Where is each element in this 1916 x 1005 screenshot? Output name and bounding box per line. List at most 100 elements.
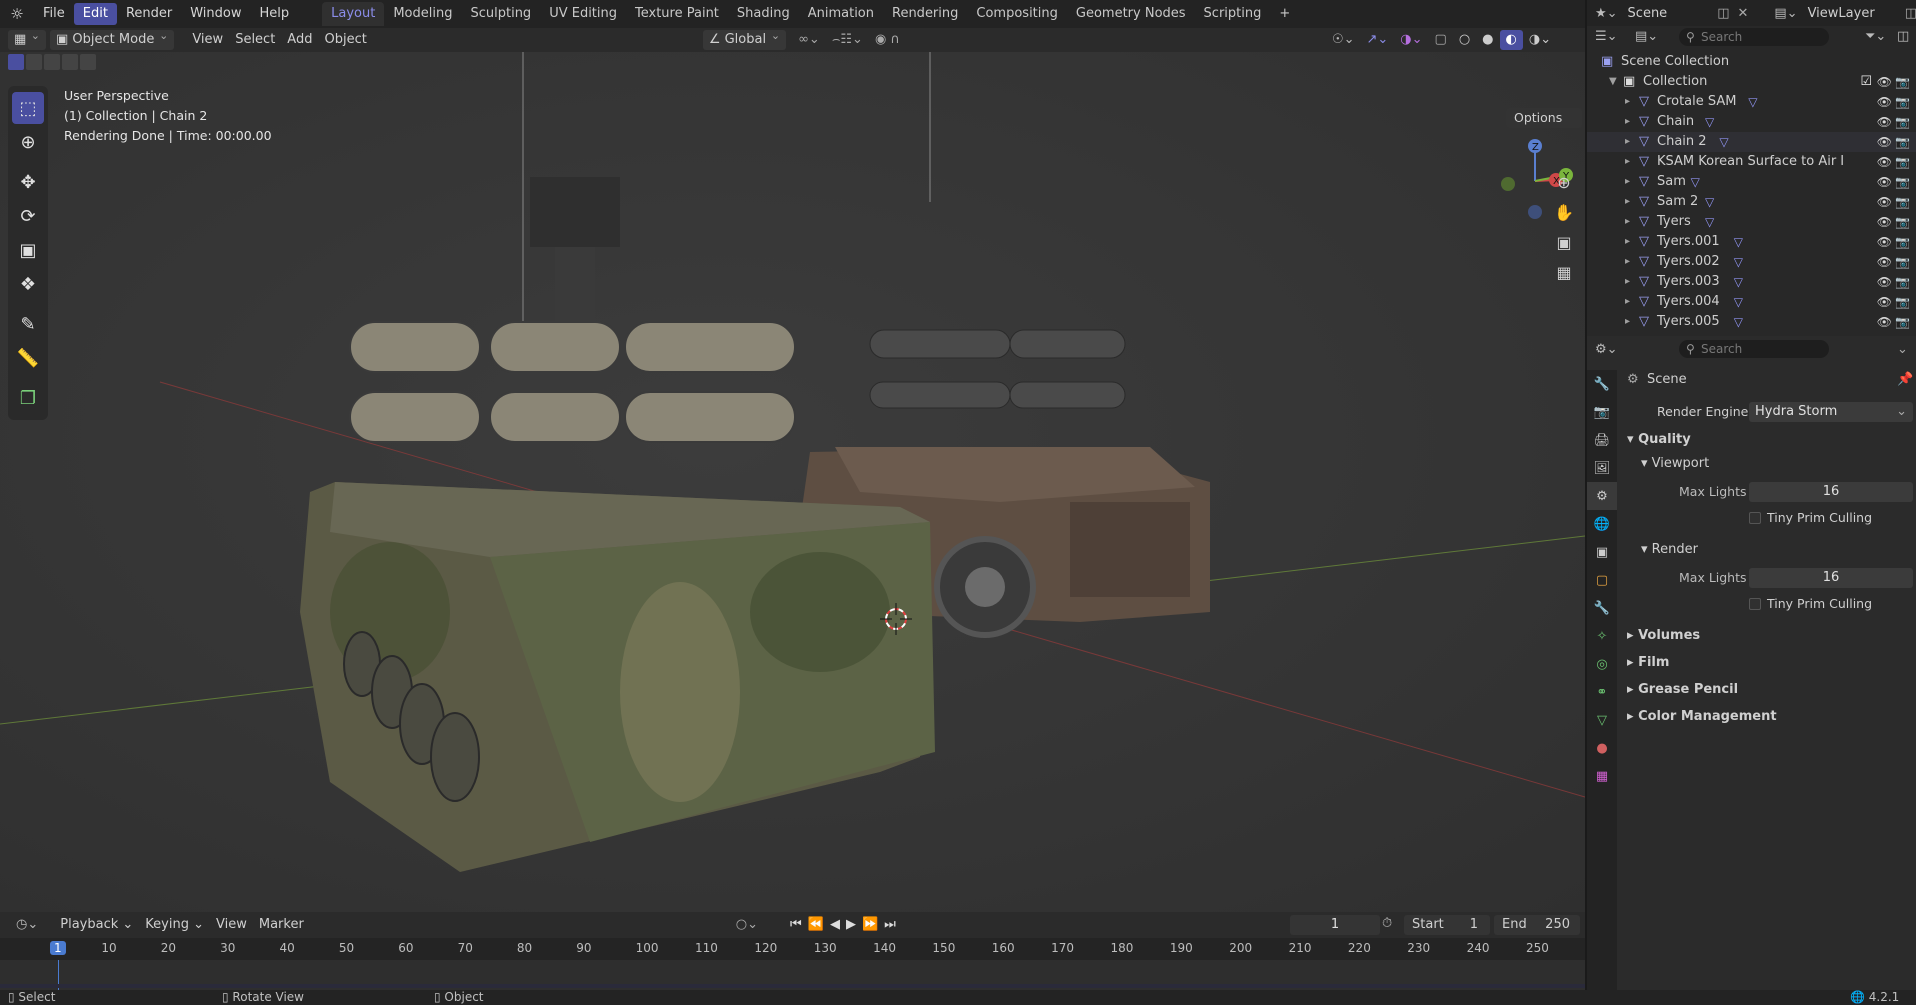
- measure-tool-icon[interactable]: 📏: [12, 342, 44, 374]
- material-tab-icon[interactable]: ●: [1587, 734, 1617, 762]
- expand-arrow-icon[interactable]: ▸: [1625, 292, 1630, 312]
- tab-layout[interactable]: Layout: [322, 2, 385, 26]
- render-max-lights-field[interactable]: 16: [1749, 568, 1913, 588]
- solid-shading-icon[interactable]: ●: [1476, 30, 1499, 50]
- 3d-viewport[interactable]: User Perspective (1) Collection | Chain …: [0, 52, 1585, 912]
- select-subtract-icon[interactable]: [44, 54, 60, 70]
- tab-sculpting[interactable]: Sculpting: [461, 2, 540, 26]
- menu-view[interactable]: View: [186, 30, 229, 50]
- expand-arrow-icon[interactable]: ▸: [1625, 192, 1630, 212]
- xray-icon[interactable]: ▢: [1429, 30, 1453, 50]
- expand-arrow-icon[interactable]: ▸: [1625, 132, 1630, 152]
- physics-tab-icon[interactable]: ◎: [1587, 650, 1617, 678]
- zoom-icon[interactable]: ⊕: [1551, 169, 1577, 195]
- constraints-tab-icon[interactable]: ⚭: [1587, 678, 1617, 706]
- render-tab-icon[interactable]: 📷: [1587, 398, 1617, 426]
- scene-tab-icon[interactable]: ⚙: [1587, 482, 1617, 510]
- particles-tab-icon[interactable]: ✧: [1587, 622, 1617, 650]
- rendered-shading-icon[interactable]: ◑⌄: [1523, 30, 1557, 50]
- end-frame-field[interactable]: End 250: [1494, 915, 1580, 935]
- expand-arrow-icon[interactable]: ▼: [1609, 72, 1617, 92]
- render-camera-icon[interactable]: 📷: [1895, 72, 1910, 92]
- visibility-eye-icon[interactable]: 👁: [1877, 312, 1892, 332]
- menu-add[interactable]: Add: [281, 30, 318, 50]
- select-new-icon[interactable]: [8, 54, 24, 70]
- menu-edit[interactable]: Edit: [73, 3, 117, 25]
- select-intersect-icon[interactable]: [80, 54, 96, 70]
- menu-object[interactable]: Object: [318, 30, 372, 50]
- timeline-track[interactable]: [0, 960, 1585, 990]
- delete-scene-icon[interactable]: ✕: [1737, 6, 1748, 21]
- expand-arrow-icon[interactable]: ▸: [1625, 272, 1630, 292]
- visibility-eye-icon[interactable]: 👁: [1877, 72, 1892, 92]
- expand-arrow-icon[interactable]: ▸: [1625, 92, 1630, 112]
- outliner-item[interactable]: ▸ ▽ Crotale SAM ▽ 👁 📷: [1587, 92, 1916, 112]
- panel-grease-pencil[interactable]: ▸ Grease Pencil: [1627, 682, 1738, 697]
- blender-logo-icon[interactable]: ☼: [0, 5, 34, 23]
- cursor-tool-icon[interactable]: ⊕: [12, 126, 44, 158]
- tab-shading[interactable]: Shading: [728, 2, 799, 26]
- current-frame-field[interactable]: 1: [1290, 915, 1380, 935]
- mesh-data-icon[interactable]: ▽: [1705, 212, 1714, 232]
- render-camera-icon[interactable]: 📷: [1895, 232, 1910, 252]
- view-layer-icon[interactable]: ▤⌄: [1774, 6, 1797, 21]
- wireframe-shading-icon[interactable]: ○: [1453, 30, 1476, 50]
- start-frame-field[interactable]: Start 1: [1404, 915, 1490, 935]
- menu-timeline-view[interactable]: View: [210, 915, 253, 935]
- display-mode-icon[interactable]: ▤⌄: [1635, 29, 1658, 44]
- object-tab-icon[interactable]: ▢: [1587, 566, 1617, 594]
- new-view-layer-icon[interactable]: ◫: [1905, 6, 1916, 21]
- menu-render[interactable]: Render: [117, 3, 181, 25]
- tab-geometry-nodes[interactable]: Geometry Nodes: [1067, 2, 1195, 26]
- mesh-data-icon[interactable]: ▽: [1705, 112, 1714, 132]
- view-layer-name[interactable]: ViewLayer: [1808, 6, 1875, 21]
- modifier-tab-icon[interactable]: 🔧: [1587, 594, 1617, 622]
- visibility-eye-icon[interactable]: 👁: [1877, 232, 1892, 252]
- jump-start-icon[interactable]: ⏮: [790, 917, 808, 932]
- move-tool-icon[interactable]: ✥: [12, 166, 44, 198]
- render-engine-dropdown[interactable]: Hydra Storm ⌄: [1749, 402, 1913, 422]
- tab-animation[interactable]: Animation: [799, 2, 883, 26]
- viewport-tiny-prim-checkbox[interactable]: [1749, 512, 1761, 524]
- visibility-eye-icon[interactable]: 👁: [1877, 272, 1892, 292]
- render-camera-icon[interactable]: 📷: [1895, 212, 1910, 232]
- outliner-collection[interactable]: ▼ ▣ Collection ☑ 👁 📷: [1587, 72, 1916, 92]
- snap-icon[interactable]: ⌢☷⌄: [826, 30, 869, 50]
- mesh-data-icon[interactable]: ▽: [1719, 132, 1728, 152]
- data-tab-icon[interactable]: ▽: [1587, 706, 1617, 734]
- prev-keyframe-icon[interactable]: ⏪: [808, 917, 830, 932]
- outliner-item[interactable]: ▸ ▽ Tyers.004 ▽ 👁 📷: [1587, 292, 1916, 312]
- outliner-item[interactable]: ▸ ▽ Chain 2 ▽ 👁 📷: [1587, 132, 1916, 152]
- expand-arrow-icon[interactable]: ▸: [1625, 312, 1630, 332]
- menu-keying[interactable]: Keying ⌄: [139, 915, 210, 935]
- tab-scripting[interactable]: Scripting: [1195, 2, 1271, 26]
- output-tab-icon[interactable]: 🖨: [1587, 426, 1617, 454]
- mesh-data-icon[interactable]: ▽: [1734, 292, 1743, 312]
- subpanel-render[interactable]: ▾ Render: [1641, 542, 1698, 557]
- add-workspace-button[interactable]: +: [1270, 2, 1299, 26]
- expand-arrow-icon[interactable]: ▸: [1625, 232, 1630, 252]
- filter-icon[interactable]: ⏷⌄: [1865, 29, 1886, 44]
- new-collection-icon[interactable]: ◫: [1897, 29, 1909, 44]
- expand-arrow-icon[interactable]: ▸: [1625, 152, 1630, 172]
- tool-tab-icon[interactable]: 🔧: [1587, 370, 1617, 398]
- render-camera-icon[interactable]: 📷: [1895, 292, 1910, 312]
- render-camera-icon[interactable]: 📷: [1895, 252, 1910, 272]
- visibility-eye-icon[interactable]: 👁: [1877, 92, 1892, 112]
- next-keyframe-icon[interactable]: ⏩: [862, 917, 884, 932]
- gizmo-toggle-icon[interactable]: ↗⌄: [1360, 30, 1394, 50]
- select-extend-icon[interactable]: [26, 54, 42, 70]
- mode-dropdown[interactable]: ▣ Object Mode: [50, 26, 175, 50]
- menu-marker[interactable]: Marker: [253, 915, 310, 935]
- add-cube-tool-icon[interactable]: ❐: [12, 382, 44, 414]
- mesh-data-icon[interactable]: ▽: [1734, 252, 1743, 272]
- outliner-item[interactable]: ▸ ▽ Tyers ▽ 👁 📷: [1587, 212, 1916, 232]
- render-camera-icon[interactable]: 📷: [1895, 152, 1910, 172]
- menu-file[interactable]: File: [34, 3, 74, 25]
- view-layer-tab-icon[interactable]: 🖼: [1587, 454, 1617, 482]
- panel-film[interactable]: ▸ Film: [1627, 655, 1669, 670]
- pin-icon[interactable]: 📌: [1897, 372, 1913, 387]
- texture-tab-icon[interactable]: ▦: [1587, 762, 1617, 790]
- outliner-search-input[interactable]: ⚲ Search: [1679, 28, 1829, 46]
- panel-volumes[interactable]: ▸ Volumes: [1627, 628, 1700, 643]
